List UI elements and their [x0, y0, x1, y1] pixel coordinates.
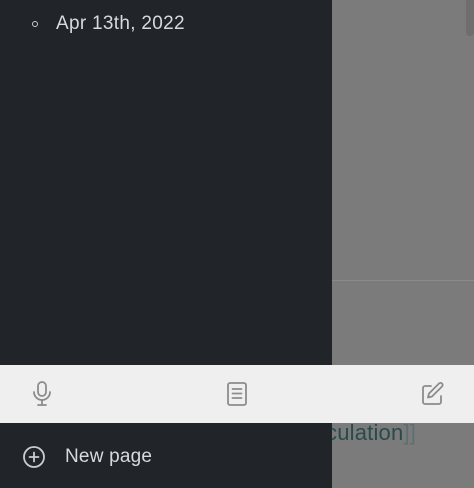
background-link-brackets: ]] — [403, 420, 417, 445]
app-root: culation]] Apr 13th, 2022 New page — [0, 0, 474, 488]
new-page-label: New page — [65, 446, 153, 467]
background-page-link[interactable]: culation]] — [326, 420, 416, 446]
bullet-icon — [32, 21, 38, 27]
microphone-icon — [33, 381, 51, 406]
background-link-text: culation — [326, 420, 404, 445]
edit-icon — [422, 382, 444, 405]
bottom-toolbar — [0, 365, 474, 423]
journal-item-label: Apr 13th, 2022 — [56, 13, 185, 34]
new-page-button[interactable]: New page — [22, 440, 152, 474]
document-button[interactable] — [221, 378, 253, 410]
document-icon — [227, 382, 247, 406]
plus-circle-icon — [23, 446, 45, 468]
edit-button[interactable] — [417, 378, 449, 410]
scrollbar-thumb[interactable] — [466, 0, 474, 36]
microphone-button[interactable] — [26, 378, 58, 410]
journal-list-item[interactable]: Apr 13th, 2022 — [32, 10, 185, 38]
background-divider — [332, 280, 474, 281]
